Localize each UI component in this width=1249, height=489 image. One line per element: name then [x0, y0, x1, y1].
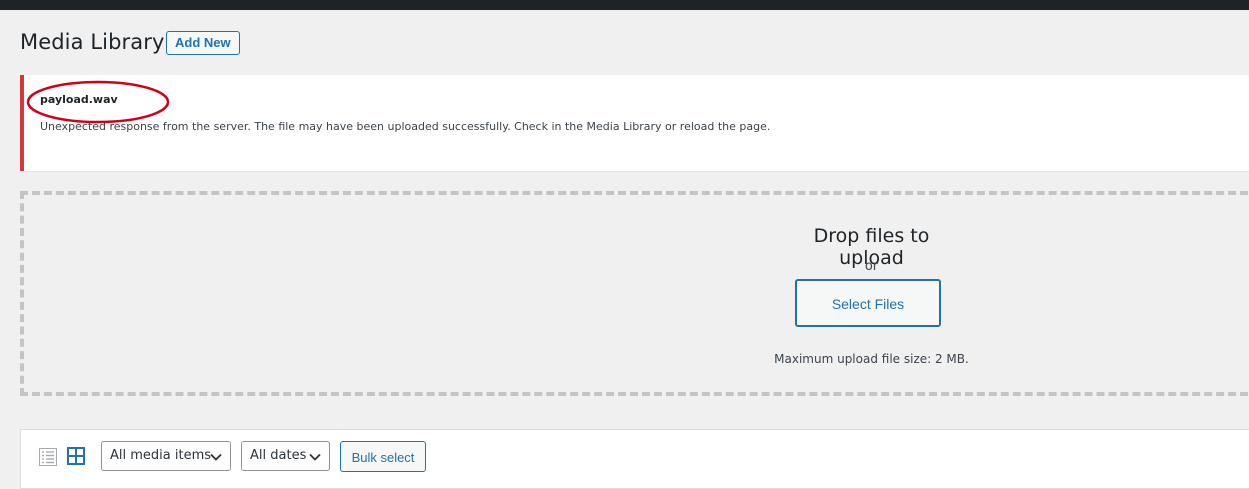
upload-dropzone[interactable]: Drop files to upload or Select Files Max…	[20, 191, 1249, 396]
media-type-filter[interactable]: All media items	[101, 441, 231, 471]
chevron-down-icon	[210, 453, 222, 461]
drop-or-text: or	[864, 259, 879, 274]
date-filter-value: All dates	[250, 448, 307, 463]
media-toolbar: All media items All dates Bulk select	[20, 429, 1249, 489]
admin-bar	[0, 0, 1249, 10]
select-files-button[interactable]: Select Files	[795, 279, 941, 327]
chevron-down-icon	[309, 453, 321, 461]
grid-view-icon[interactable]	[67, 447, 85, 465]
media-type-filter-value: All media items	[110, 448, 212, 463]
bulk-select-button[interactable]: Bulk select	[340, 441, 426, 472]
max-upload-size: Maximum upload file size: 2 MB.	[774, 352, 969, 366]
notice-filename: payload.wav	[40, 93, 118, 106]
date-filter[interactable]: All dates	[241, 441, 330, 471]
page-title: Media Library	[20, 30, 165, 54]
add-new-button[interactable]: Add New	[166, 31, 240, 55]
error-notice: payload.wav Unexpected response from the…	[20, 75, 1249, 171]
list-view-icon[interactable]	[39, 448, 57, 466]
notice-message: Unexpected response from the server. The…	[40, 120, 771, 133]
